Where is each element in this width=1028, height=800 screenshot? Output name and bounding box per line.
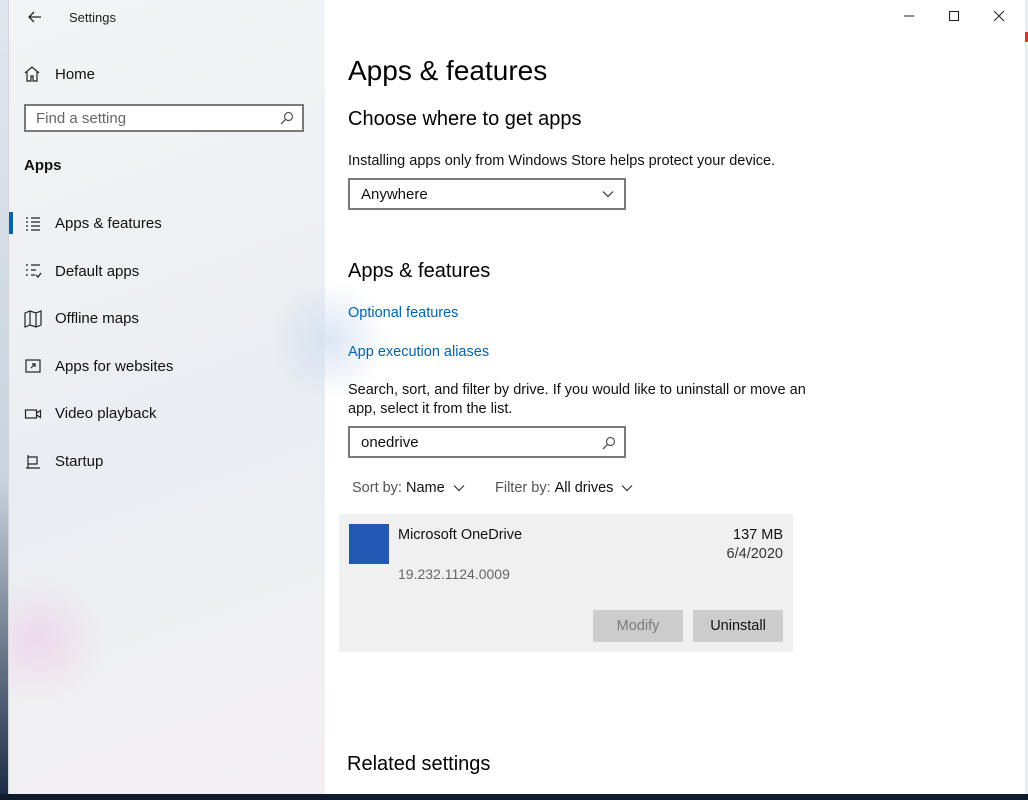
find-setting-search	[24, 104, 304, 132]
home-icon	[24, 66, 40, 82]
desktop-background-left	[0, 0, 8, 800]
chevron-down-icon	[602, 191, 614, 198]
search-icon[interactable]	[602, 436, 616, 450]
app-version: 19.232.1124.0009	[398, 566, 510, 582]
sidebar-item-label: Startup	[55, 452, 104, 470]
nav-home[interactable]: Home	[23, 62, 95, 86]
app-install-date: 6/4/2020	[726, 546, 783, 562]
sort-by-value: Name	[405, 480, 445, 496]
page-title: Apps & features	[348, 55, 548, 86]
search-icon[interactable]	[280, 111, 294, 125]
sidebar-item-label: Apps for websites	[55, 357, 174, 375]
back-arrow-icon	[28, 11, 41, 23]
find-setting-input[interactable]	[26, 108, 278, 128]
app-list-item-onedrive[interactable]: Microsoft OneDrive 137 MB 6/4/2020 19.23…	[339, 514, 793, 652]
filter-by-label: Filter by:	[495, 480, 551, 496]
sidebar-item-apps-for-websites[interactable]: Apps for websites	[9, 343, 325, 391]
sort-by-label: Sort by:	[352, 480, 402, 496]
window-title: Settings	[69, 10, 116, 25]
related-settings-heading: Related settings	[347, 753, 491, 775]
nav-home-label: Home	[55, 65, 96, 83]
chevron-down-icon	[453, 485, 465, 492]
sidebar-item-label: Apps & features	[55, 215, 162, 233]
onedrive-app-icon	[349, 524, 389, 564]
sidebar-section-title: Apps	[24, 157, 62, 174]
video-icon	[24, 409, 42, 419]
sidebar-item-startup[interactable]: Startup	[9, 438, 325, 486]
apps-features-heading: Apps & features	[348, 260, 491, 282]
settings-window: Settings Home Apps Apps & features Defau…	[8, 0, 1025, 794]
sidebar-glow-pink	[9, 580, 109, 700]
sidebar-item-label: Default apps	[55, 262, 140, 280]
filter-by-dropdown[interactable]: Filter by: All drives	[495, 480, 633, 496]
default-apps-icon	[26, 264, 42, 279]
sidebar-item-offline-maps[interactable]: Offline maps	[9, 295, 325, 343]
sidebar-item-default-apps[interactable]: Default apps	[9, 248, 325, 296]
chevron-down-icon	[621, 485, 633, 492]
back-button[interactable]	[19, 6, 51, 28]
sidebar-nav: Apps & features Default apps Offline map…	[9, 200, 325, 485]
search-description-line2: app, select it from the list.	[348, 401, 513, 417]
sort-by-dropdown[interactable]: Sort by: Name	[352, 480, 465, 496]
choose-apps-description: Installing apps only from Windows Store …	[348, 153, 776, 169]
sidebar-item-apps-features[interactable]: Apps & features	[9, 200, 325, 248]
uninstall-button[interactable]: Uninstall	[693, 610, 783, 642]
optional-features-link[interactable]: Optional features	[348, 305, 458, 321]
link-app-icon	[25, 359, 41, 373]
app-search-input[interactable]	[350, 432, 593, 452]
list-icon	[26, 217, 40, 231]
app-execution-aliases-link[interactable]: App execution aliases	[348, 344, 489, 360]
sidebar-item-label: Offline maps	[55, 310, 139, 328]
app-search-box	[348, 426, 626, 458]
search-description-line1: Search, sort, and filter by drive. If yo…	[348, 382, 806, 398]
choose-apps-heading: Choose where to get apps	[348, 108, 582, 130]
app-source-value: Anywhere	[361, 185, 428, 203]
main-content: Apps & features Choose where to get apps…	[339, 0, 1008, 794]
app-name: Microsoft OneDrive	[398, 527, 523, 543]
startup-icon	[26, 455, 40, 469]
taskbar	[0, 794, 1028, 800]
modify-button[interactable]: Modify	[593, 610, 683, 642]
sidebar-item-video-playback[interactable]: Video playback	[9, 390, 325, 438]
app-size: 137 MB	[733, 527, 783, 543]
map-icon	[24, 309, 42, 328]
sidebar: Settings Home Apps Apps & features Defau…	[9, 0, 389, 794]
filter-by-value: All drives	[554, 480, 614, 496]
app-source-dropdown[interactable]: Anywhere	[348, 178, 626, 210]
sidebar-item-label: Video playback	[55, 405, 157, 423]
